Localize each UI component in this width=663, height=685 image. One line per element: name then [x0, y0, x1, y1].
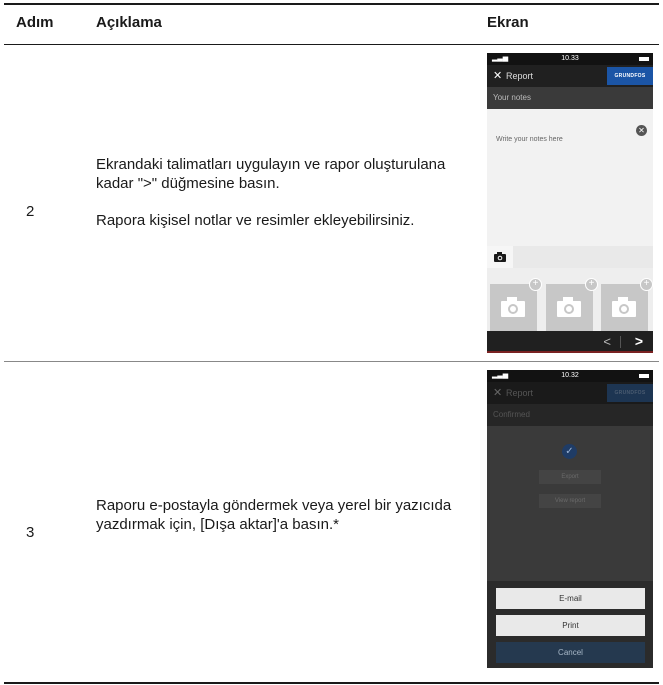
signal-icon: ▂▃▅	[492, 372, 509, 379]
print-button[interactable]: Print	[496, 615, 645, 636]
signal-icon: ▂▃▅	[492, 55, 509, 62]
step-number: 2	[26, 203, 35, 220]
check-icon: ✓	[562, 444, 577, 459]
photo-slot[interactable]: +	[490, 278, 542, 331]
email-button[interactable]: E-mail	[496, 588, 645, 609]
screen-report-notes: ▂▃▅ 10.33 ✕ Report GRUNDFOS Your notes W…	[487, 53, 653, 353]
screen-report-export: ▂▃▅ 10.32 ✕ Report GRUNDFOS Confirmed ✓ …	[487, 370, 653, 668]
step-description: Raporu e-postayla göndermek veya yerel b…	[96, 496, 466, 552]
status-time: 10.32	[561, 372, 579, 379]
export-button: Export	[539, 470, 601, 484]
clear-icon[interactable]: ✕	[636, 125, 647, 136]
battery-icon	[639, 374, 649, 378]
description-paragraph: Raporu e-postayla göndermek veya yerel b…	[96, 497, 452, 533]
step-number: 3	[26, 524, 35, 541]
section-bar: Your notes	[487, 87, 653, 109]
header-rule	[4, 44, 659, 45]
close-icon[interactable]: ✕	[493, 69, 502, 82]
grundfos-logo: GRUNDFOS	[607, 67, 653, 85]
camera-bar	[487, 246, 653, 268]
camera-icon	[612, 297, 636, 317]
header-screen: Ekran	[487, 14, 529, 31]
status-time: 10.33	[561, 55, 579, 62]
app-bar: ✕ Report GRUNDFOS	[487, 382, 653, 404]
add-icon[interactable]: +	[585, 278, 598, 291]
camera-icon	[557, 297, 581, 317]
prev-icon[interactable]: <	[603, 334, 611, 349]
photo-slot[interactable]: +	[601, 278, 653, 331]
nav-accent-line	[487, 351, 653, 353]
row-rule	[4, 361, 659, 362]
status-bar: ▂▃▅ 10.33	[487, 53, 653, 65]
camera-icon	[501, 297, 525, 317]
photo-slot[interactable]: +	[546, 278, 598, 331]
add-icon[interactable]: +	[640, 278, 653, 291]
bottom-nav: < >	[487, 331, 653, 353]
add-icon[interactable]: +	[529, 278, 542, 291]
next-icon[interactable]: >	[635, 333, 643, 349]
section-bar: Confirmed	[487, 404, 653, 426]
notes-input[interactable]: Write your notes here	[496, 136, 563, 143]
cancel-button[interactable]: Cancel	[496, 642, 645, 663]
camera-button[interactable]	[487, 246, 513, 268]
view-report-button: View report	[539, 494, 601, 508]
top-rule	[4, 3, 659, 5]
bottom-rule	[4, 682, 659, 684]
step-description: Ekrandaki talimatları uygulayın ve rapor…	[96, 155, 466, 248]
app-bar: ✕ Report GRUNDFOS	[487, 65, 653, 87]
grundfos-logo: GRUNDFOS	[607, 384, 653, 402]
confirmation-card: ✓ Export View report	[487, 426, 653, 581]
status-bar: ▂▃▅ 10.32	[487, 370, 653, 382]
header-step: Adım	[16, 14, 54, 31]
description-paragraph: Ekrandaki talimatları uygulayın ve rapor…	[96, 156, 446, 192]
header-description: Açıklama	[96, 14, 162, 31]
nav-separator	[620, 336, 621, 348]
camera-icon	[494, 252, 506, 262]
app-title: Report	[506, 388, 534, 398]
close-icon: ✕	[493, 387, 503, 399]
battery-icon	[639, 57, 649, 61]
app-title: Report	[506, 71, 534, 81]
description-paragraph: Rapora kişisel notlar ve resimler ekleye…	[96, 212, 415, 229]
section-title: Confirmed	[493, 410, 530, 419]
section-title: Your notes	[493, 93, 531, 102]
